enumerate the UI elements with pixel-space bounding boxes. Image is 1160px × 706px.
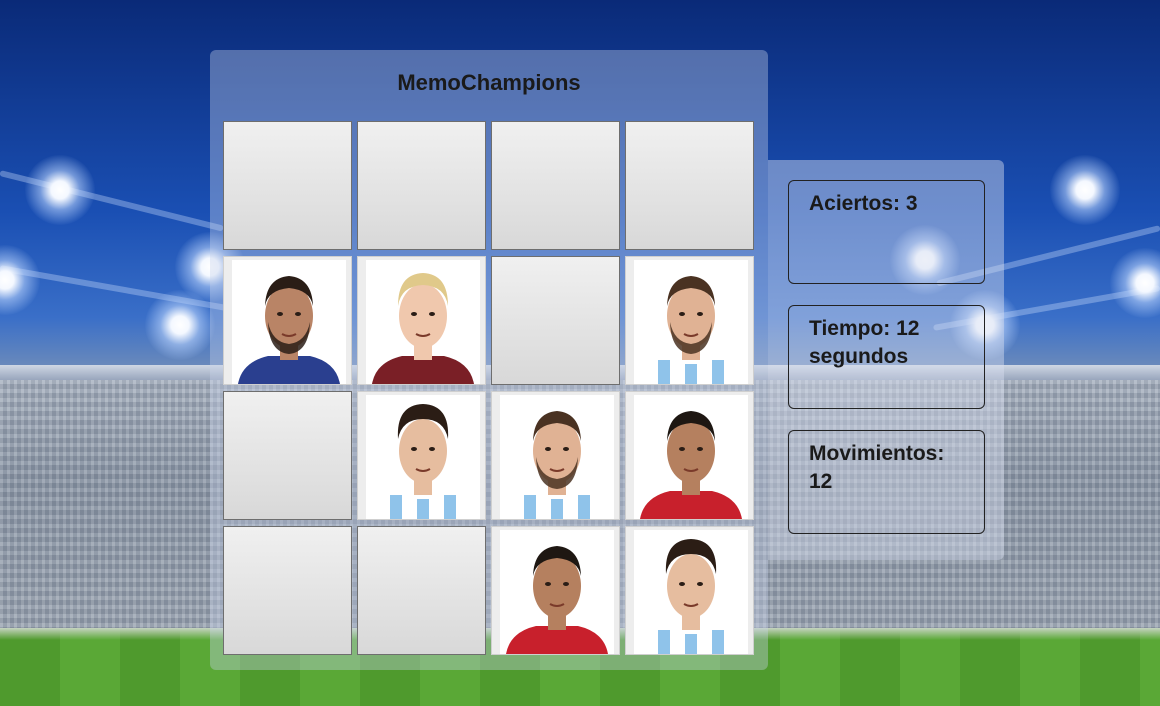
aciertos-box: Aciertos: 3 [788,180,985,284]
ronaldo-portrait [500,530,614,654]
memory-card-hidden[interactable] [625,121,754,250]
messi-portrait [500,395,614,519]
tiempo-unit-text: segundos [809,345,909,368]
haaland-portrait [366,260,480,384]
memory-card-revealed[interactable] [357,391,486,520]
floodlight [0,245,40,315]
julian-alvarez-portrait [634,530,748,654]
julian-alvarez-portrait [366,395,480,519]
floodlight [25,155,95,225]
movimientos-label: Movimientos: [809,442,945,465]
floodlight [1050,155,1120,225]
memory-card-hidden[interactable] [223,121,352,250]
player-photo [634,260,748,384]
memory-card-hidden[interactable] [223,391,352,520]
memory-card-revealed[interactable] [223,256,352,385]
memory-card-revealed[interactable] [491,526,620,655]
memory-card-hidden[interactable] [491,121,620,250]
memory-card-revealed[interactable] [625,256,754,385]
memory-card-hidden[interactable] [357,526,486,655]
ronaldo-portrait [634,395,748,519]
memory-card-revealed[interactable] [491,391,620,520]
player-photo [366,395,480,519]
player-photo [500,395,614,519]
card-grid [223,121,754,655]
messi-portrait [634,260,748,384]
player-photo [366,260,480,384]
game-title: MemoChampions [397,70,581,95]
player-photo [634,530,748,654]
stadium-background: MemoChampions Aciertos: 3 Tiempo: 12 seg… [0,0,1160,706]
memory-card-revealed[interactable] [625,391,754,520]
movimientos-value: 12 [809,470,833,493]
tiempo-text: Tiempo: 12 [809,317,920,340]
memory-card-revealed[interactable] [625,526,754,655]
movimientos-box: Movimientos: 12 [788,430,985,534]
memory-card-hidden[interactable] [357,121,486,250]
player-photo [500,530,614,654]
stats-panel: Aciertos: 3 Tiempo: 12 segundos Movimien… [768,160,1004,560]
player-photo [232,260,346,384]
memory-card-hidden[interactable] [491,256,620,385]
tiempo-box: Tiempo: 12 segundos [788,305,985,409]
aciertos-text: Aciertos: 3 [809,192,918,215]
floodlight [1110,248,1160,318]
benzema-portrait [232,260,346,384]
memory-card-hidden[interactable] [223,526,352,655]
memory-card-revealed[interactable] [357,256,486,385]
player-photo [634,395,748,519]
game-board: MemoChampions [210,50,768,670]
